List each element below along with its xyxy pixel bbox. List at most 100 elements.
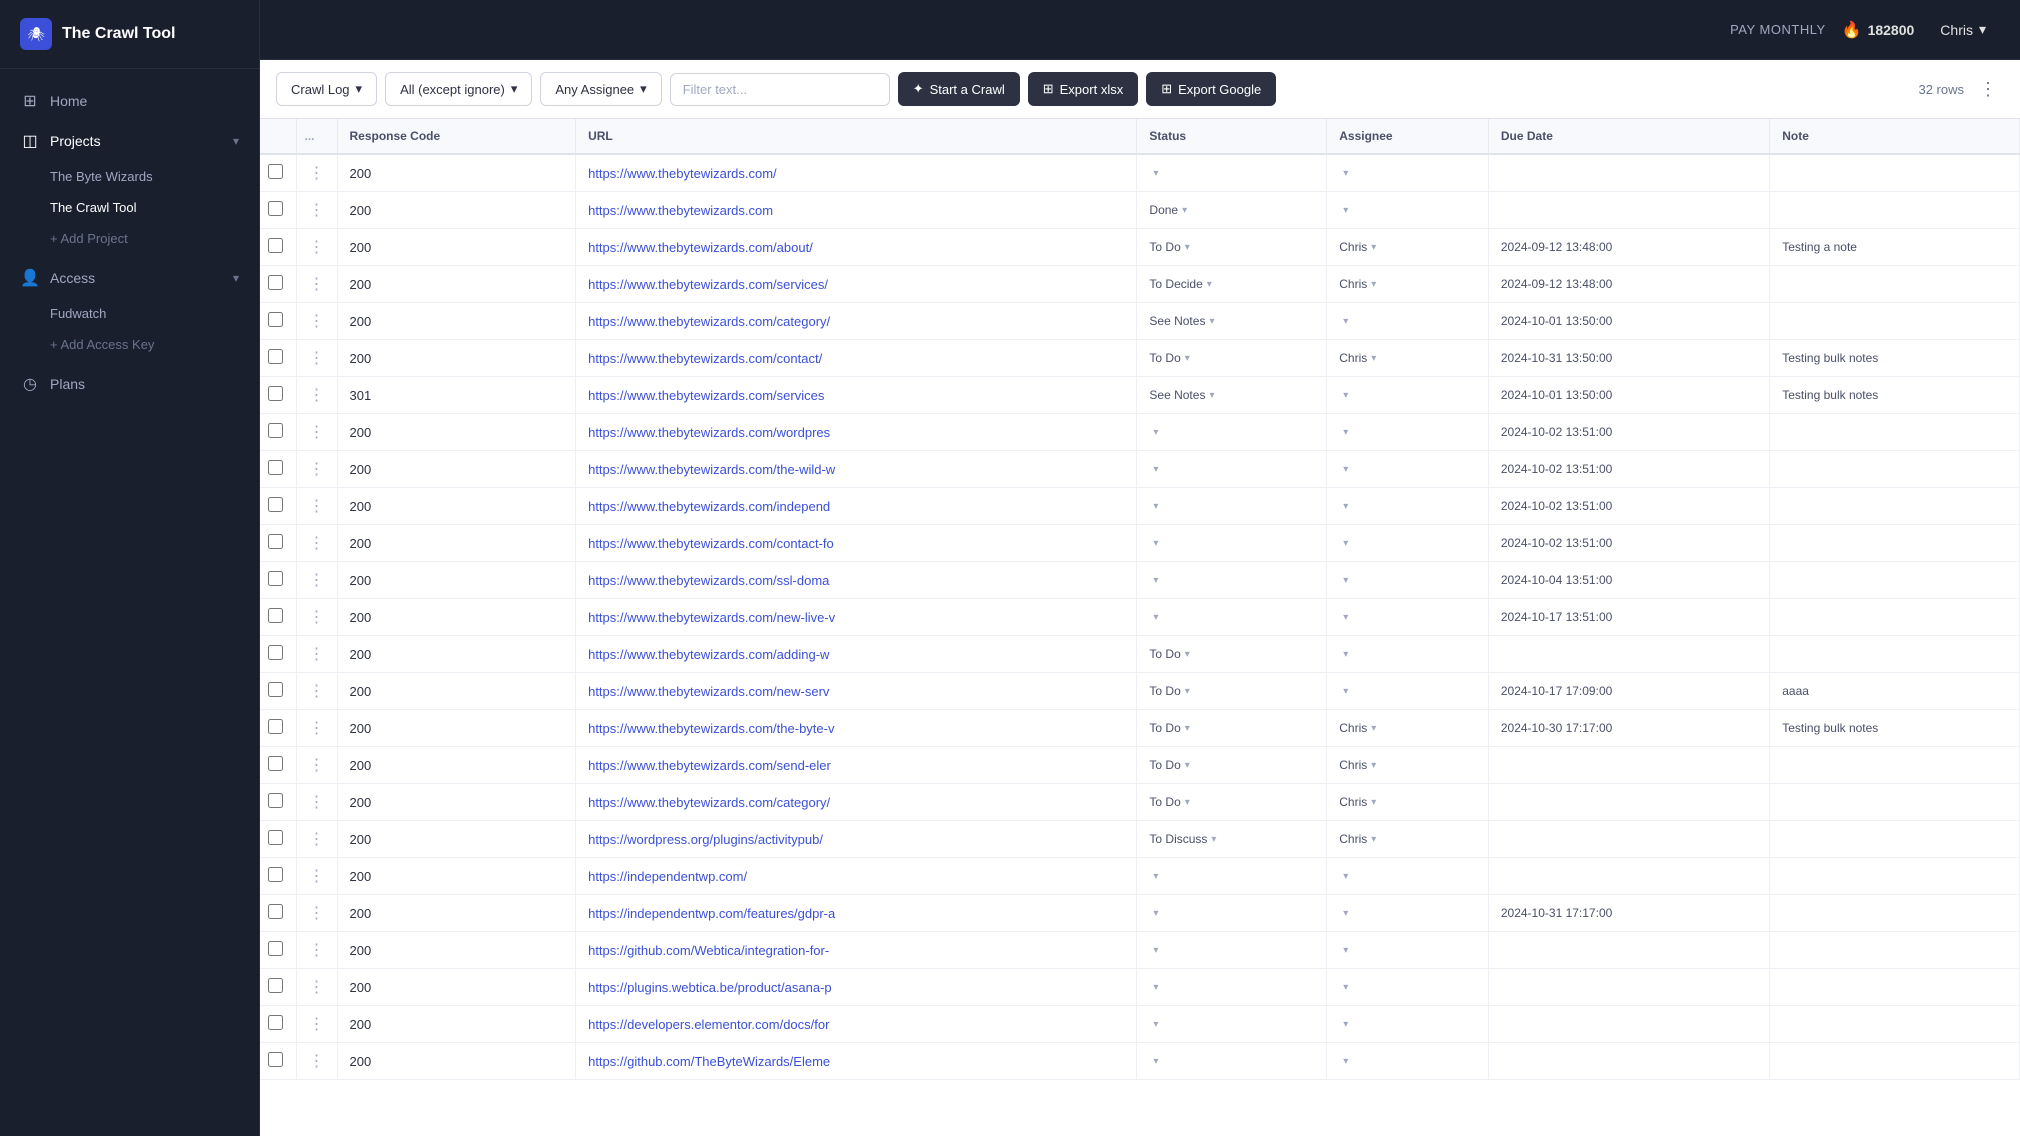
sidebar-add-access-key[interactable]: + Add Access Key	[0, 329, 259, 360]
row-dots-cell[interactable]: ⋮	[296, 969, 337, 1006]
user-menu[interactable]: Chris ▾	[1930, 15, 1996, 44]
row-dots-cell[interactable]: ⋮	[296, 673, 337, 710]
assignee-cell[interactable]: ▾	[1327, 1006, 1489, 1043]
crawl-log-button[interactable]: Crawl Log ▾	[276, 72, 377, 106]
sidebar-item-fudwatch[interactable]: Fudwatch	[0, 298, 259, 329]
row-checkbox[interactable]	[268, 719, 283, 734]
assignee-cell[interactable]: ▾	[1327, 451, 1489, 488]
export-xlsx-button[interactable]: ⊞ Export xlsx	[1028, 72, 1138, 106]
row-checkbox[interactable]	[268, 571, 283, 586]
sidebar-item-plans[interactable]: ◷ Plans	[0, 364, 259, 404]
assignee-cell[interactable]: ▾	[1327, 192, 1489, 229]
assignee-cell[interactable]: ▾	[1327, 488, 1489, 525]
row-dots-cell[interactable]: ⋮	[296, 858, 337, 895]
status-cell[interactable]: ▾	[1137, 451, 1327, 488]
assignee-cell[interactable]: Chris▾	[1327, 784, 1489, 821]
more-options-button[interactable]: ⋮	[1972, 73, 2004, 105]
row-dots-cell[interactable]: ⋮	[296, 192, 337, 229]
row-dots-cell[interactable]: ⋮	[296, 229, 337, 266]
assignee-filter-button[interactable]: Any Assignee ▾	[540, 72, 661, 106]
row-dots-cell[interactable]: ⋮	[296, 154, 337, 192]
status-cell[interactable]: ▾	[1137, 895, 1327, 932]
row-checkbox[interactable]	[268, 349, 283, 364]
assignee-cell[interactable]: ▾	[1327, 525, 1489, 562]
row-checkbox[interactable]	[268, 238, 283, 253]
sidebar-logo[interactable]: 🕷 The Crawl Tool	[0, 0, 259, 69]
sidebar-item-access[interactable]: 👤 Access ▾	[0, 258, 259, 298]
row-checkbox[interactable]	[268, 497, 283, 512]
sidebar-item-home[interactable]: ⊞ Home	[0, 81, 259, 121]
assignee-cell[interactable]: ▾	[1327, 932, 1489, 969]
sidebar-item-projects[interactable]: ◫ Projects ▾	[0, 121, 259, 161]
assignee-cell[interactable]: ▾	[1327, 858, 1489, 895]
row-dots-cell[interactable]: ⋮	[296, 747, 337, 784]
status-cell[interactable]: To Do▾	[1137, 340, 1327, 377]
status-cell[interactable]: ▾	[1137, 932, 1327, 969]
row-dots-cell[interactable]: ⋮	[296, 710, 337, 747]
status-cell[interactable]: ▾	[1137, 562, 1327, 599]
assignee-cell[interactable]: ▾	[1327, 414, 1489, 451]
col-due-date[interactable]: Due Date	[1488, 119, 1769, 154]
row-checkbox[interactable]	[268, 534, 283, 549]
col-assignee[interactable]: Assignee	[1327, 119, 1489, 154]
row-checkbox[interactable]	[268, 460, 283, 475]
status-cell[interactable]: See Notes▾	[1137, 303, 1327, 340]
status-cell[interactable]: See Notes▾	[1137, 377, 1327, 414]
row-dots-cell[interactable]: ⋮	[296, 636, 337, 673]
row-dots-cell[interactable]: ⋮	[296, 488, 337, 525]
status-cell[interactable]: ▾	[1137, 488, 1327, 525]
row-dots-cell[interactable]: ⋮	[296, 340, 337, 377]
assignee-cell[interactable]: ▾	[1327, 599, 1489, 636]
assignee-cell[interactable]: ▾	[1327, 154, 1489, 192]
col-response-code[interactable]: Response Code	[337, 119, 576, 154]
assignee-cell[interactable]: Chris▾	[1327, 747, 1489, 784]
status-cell[interactable]: To Decide▾	[1137, 266, 1327, 303]
col-status[interactable]: Status	[1137, 119, 1327, 154]
row-checkbox[interactable]	[268, 423, 283, 438]
row-checkbox[interactable]	[268, 830, 283, 845]
row-dots-cell[interactable]: ⋮	[296, 1043, 337, 1080]
status-cell[interactable]: To Do▾	[1137, 229, 1327, 266]
assignee-cell[interactable]: ▾	[1327, 562, 1489, 599]
assignee-cell[interactable]: Chris▾	[1327, 821, 1489, 858]
assignee-cell[interactable]: ▾	[1327, 303, 1489, 340]
status-cell[interactable]: ▾	[1137, 969, 1327, 1006]
col-url[interactable]: URL	[576, 119, 1137, 154]
assignee-cell[interactable]: ▾	[1327, 673, 1489, 710]
row-checkbox[interactable]	[268, 275, 283, 290]
status-cell[interactable]: To Do▾	[1137, 673, 1327, 710]
row-checkbox[interactable]	[268, 793, 283, 808]
row-dots-cell[interactable]: ⋮	[296, 525, 337, 562]
status-cell[interactable]: To Discuss▾	[1137, 821, 1327, 858]
assignee-cell[interactable]: ▾	[1327, 1043, 1489, 1080]
status-cell[interactable]: To Do▾	[1137, 636, 1327, 673]
status-cell[interactable]: ▾	[1137, 414, 1327, 451]
status-cell[interactable]: ▾	[1137, 154, 1327, 192]
assignee-cell[interactable]: ▾	[1327, 636, 1489, 673]
status-cell[interactable]: To Do▾	[1137, 784, 1327, 821]
row-dots-cell[interactable]: ⋮	[296, 266, 337, 303]
row-dots-cell[interactable]: ⋮	[296, 932, 337, 969]
status-cell[interactable]: ▾	[1137, 525, 1327, 562]
row-checkbox[interactable]	[268, 164, 283, 179]
sidebar-item-byte-wizards[interactable]: The Byte Wizards	[0, 161, 259, 192]
assignee-cell[interactable]: ▾	[1327, 377, 1489, 414]
status-cell[interactable]: Done▾	[1137, 192, 1327, 229]
export-google-button[interactable]: ⊞ Export Google	[1146, 72, 1276, 106]
sidebar-add-project[interactable]: + Add Project	[0, 223, 259, 254]
row-checkbox[interactable]	[268, 978, 283, 993]
row-checkbox[interactable]	[268, 608, 283, 623]
row-checkbox[interactable]	[268, 1015, 283, 1030]
row-checkbox[interactable]	[268, 312, 283, 327]
assignee-cell[interactable]: ▾	[1327, 895, 1489, 932]
row-dots-cell[interactable]: ⋮	[296, 377, 337, 414]
row-dots-cell[interactable]: ⋮	[296, 821, 337, 858]
row-dots-cell[interactable]: ⋮	[296, 599, 337, 636]
row-checkbox[interactable]	[268, 867, 283, 882]
row-checkbox[interactable]	[268, 645, 283, 660]
row-dots-cell[interactable]: ⋮	[296, 562, 337, 599]
row-dots-cell[interactable]: ⋮	[296, 784, 337, 821]
status-cell[interactable]: ▾	[1137, 1006, 1327, 1043]
row-checkbox[interactable]	[268, 682, 283, 697]
assignee-cell[interactable]: Chris▾	[1327, 710, 1489, 747]
